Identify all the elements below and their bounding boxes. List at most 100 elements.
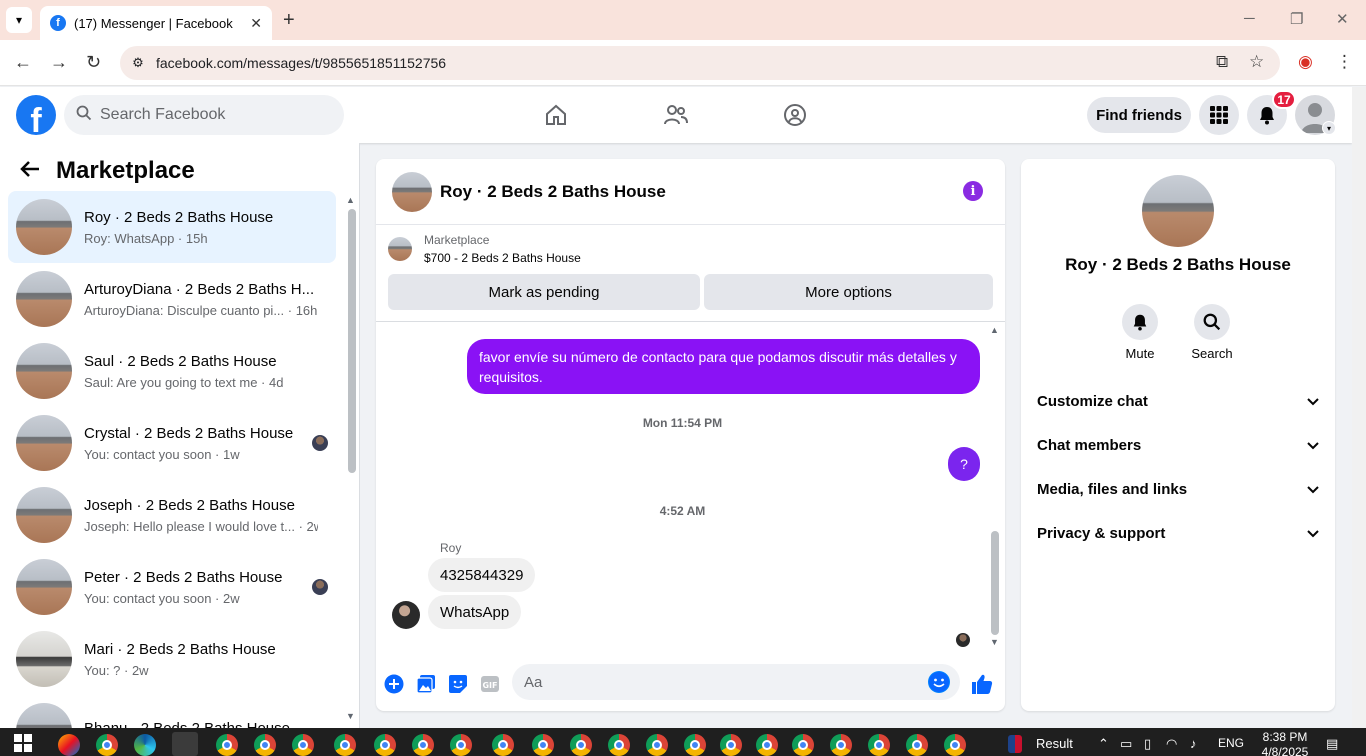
back-arrow-icon[interactable]	[20, 158, 40, 184]
home-icon[interactable]	[542, 101, 570, 129]
chat-listing-thumbnail[interactable]	[392, 171, 432, 212]
clock[interactable]: 8:38 PM 4/8/2025	[1256, 730, 1314, 756]
app-icon[interactable]	[172, 732, 198, 756]
conversation-item-roy[interactable]: Roy · 2 Beds 2 Baths House Roy: WhatsApp …	[8, 191, 336, 263]
chrome-icon[interactable]	[868, 734, 890, 756]
marketplace-listing-row[interactable]: Marketplace $700 - 2 Beds 2 Baths House	[388, 233, 581, 265]
chat-members-item[interactable]: Chat members	[1037, 427, 1319, 463]
chrome-icon[interactable]	[334, 734, 356, 756]
account-chevron-down-icon[interactable]: ▾	[1322, 121, 1336, 135]
notification-center-icon[interactable]: ▤	[1326, 736, 1338, 752]
conversation-item-joseph[interactable]: Joseph · 2 Beds 2 Baths House Joseph: Hel…	[8, 479, 336, 551]
close-tab-icon[interactable]: ✕	[250, 15, 262, 32]
sidebar-scroll-thumb[interactable]	[348, 209, 356, 473]
customize-chat-item[interactable]: Customize chat	[1037, 383, 1319, 419]
privacy-support-item[interactable]: Privacy & support	[1037, 515, 1319, 551]
mute-button[interactable]: Mute	[1110, 304, 1170, 361]
chrome-icon[interactable]	[720, 734, 742, 756]
install-app-icon[interactable]: ⧉	[1216, 52, 1228, 72]
chrome-icon[interactable]	[254, 734, 276, 756]
minimize-icon[interactable]: ─	[1244, 10, 1255, 27]
media-files-links-item[interactable]: Media, files and links	[1037, 471, 1319, 507]
friends-icon[interactable]	[662, 101, 690, 129]
conversation-item-bhanu[interactable]: Bhanu · 2 Beds 2 Baths House	[8, 695, 336, 728]
reload-icon[interactable]: ↻	[86, 52, 101, 73]
chrome-icon[interactable]	[756, 734, 778, 756]
find-friends-button[interactable]: Find friends	[1087, 97, 1191, 133]
copilot-icon[interactable]	[58, 734, 80, 756]
chrome-icon[interactable]	[608, 734, 630, 756]
result-label[interactable]: Result	[1036, 736, 1073, 751]
chrome-icon[interactable]	[450, 734, 472, 756]
tab-search-dropdown[interactable]: ▾	[6, 7, 32, 33]
chrome-icon[interactable]	[292, 734, 314, 756]
site-info-icon[interactable]: ⚙	[120, 55, 156, 71]
bookmark-star-icon[interactable]: ☆	[1249, 52, 1264, 72]
thumbs-up-icon[interactable]	[971, 673, 993, 695]
conversation-info-icon[interactable]: i	[963, 181, 983, 201]
back-icon[interactable]: ←	[14, 52, 32, 73]
nba-result-icon[interactable]	[1008, 735, 1022, 753]
chrome-icon[interactable]	[532, 734, 554, 756]
chat-scroll-thumb[interactable]	[991, 531, 999, 635]
facebook-search-input[interactable]: Search Facebook	[64, 95, 344, 135]
groups-icon[interactable]	[781, 101, 809, 129]
scroll-down-icon[interactable]: ▼	[990, 637, 999, 647]
conversation-item-saul[interactable]: Saul · 2 Beds 2 Baths House Saul: Are you…	[8, 335, 336, 407]
scroll-up-icon[interactable]: ▲	[346, 195, 355, 205]
sidebar-scrollbar[interactable]: ▲ ▼	[346, 195, 356, 721]
mark-as-pending-button[interactable]: Mark as pending	[388, 274, 700, 310]
chrome-icon[interactable]	[792, 734, 814, 756]
edge-icon[interactable]	[134, 734, 156, 756]
address-bar[interactable]: ⚙ facebook.com/messages/t/98556518511527…	[120, 46, 1280, 80]
conversation-item-mari[interactable]: Mari · 2 Beds 2 Baths House You: ? · 2w	[8, 623, 336, 695]
wifi-icon[interactable]: ◠	[1166, 736, 1177, 752]
chrome-icon[interactable]	[412, 734, 434, 756]
volume-icon[interactable]: ♪	[1190, 736, 1197, 751]
chat-header: Roy · 2 Beds 2 Baths House i	[376, 159, 1005, 225]
tray-chevron-up-icon[interactable]: ⌃	[1098, 736, 1109, 752]
conversation-item-arturoydiana[interactable]: ArturoyDiana · 2 Beds 2 Baths H... Arturo…	[8, 263, 336, 335]
new-tab-icon[interactable]: +	[283, 9, 295, 32]
forward-icon[interactable]: →	[50, 52, 68, 73]
chrome-icon[interactable]	[830, 734, 852, 756]
chrome-icon[interactable]	[944, 734, 966, 756]
sender-avatar[interactable]	[392, 601, 420, 629]
sticker-icon[interactable]	[447, 673, 469, 695]
gif-icon[interactable]: GIF	[479, 673, 501, 695]
info-listing-thumbnail[interactable]	[1142, 175, 1214, 247]
menu-kebab-icon[interactable]: ⋮	[1336, 52, 1353, 72]
scroll-down-icon[interactable]: ▼	[346, 711, 355, 721]
photo-icon[interactable]	[415, 673, 437, 695]
menu-grid-icon[interactable]	[1199, 95, 1239, 135]
bell-icon	[1122, 304, 1158, 340]
chrome-icon[interactable]	[646, 734, 668, 756]
emoji-icon[interactable]	[928, 671, 950, 693]
chat-scrollbar[interactable]: ▲ ▼	[990, 325, 1000, 649]
page-scrollbar[interactable]	[1352, 87, 1366, 728]
search-in-chat-button[interactable]: Search	[1182, 304, 1242, 361]
close-window-icon[interactable]: ✕	[1336, 10, 1349, 28]
device-icon[interactable]: ▯	[1144, 736, 1151, 752]
more-options-button[interactable]: More options	[704, 274, 993, 310]
chrome-icon[interactable]	[570, 734, 592, 756]
restore-icon[interactable]: ❐	[1290, 10, 1303, 28]
chrome-icon[interactable]	[96, 734, 118, 756]
chrome-icon[interactable]	[374, 734, 396, 756]
battery-icon[interactable]: ▭	[1120, 736, 1132, 752]
facebook-logo-icon[interactable]: f	[16, 95, 56, 135]
chrome-icon[interactable]	[906, 734, 928, 756]
chat-title[interactable]: Roy · 2 Beds 2 Baths House	[440, 182, 666, 202]
language-indicator[interactable]: ENG	[1218, 736, 1244, 750]
windows-start-icon[interactable]	[14, 734, 32, 752]
chrome-icon[interactable]	[492, 734, 514, 756]
profile-icon[interactable]: ◉	[1298, 52, 1313, 72]
plus-circle-icon[interactable]	[383, 673, 405, 695]
conversation-item-crystal[interactable]: Crystal · 2 Beds 2 Baths House You: conta…	[8, 407, 336, 479]
browser-tab[interactable]: f (17) Messenger | Facebook ✕	[40, 6, 272, 40]
chrome-icon[interactable]	[684, 734, 706, 756]
chrome-icon[interactable]	[216, 734, 238, 756]
message-input[interactable]: Aa	[512, 664, 960, 700]
scroll-up-icon[interactable]: ▲	[990, 325, 999, 335]
conversation-item-peter[interactable]: Peter · 2 Beds 2 Baths House You: contact…	[8, 551, 336, 623]
